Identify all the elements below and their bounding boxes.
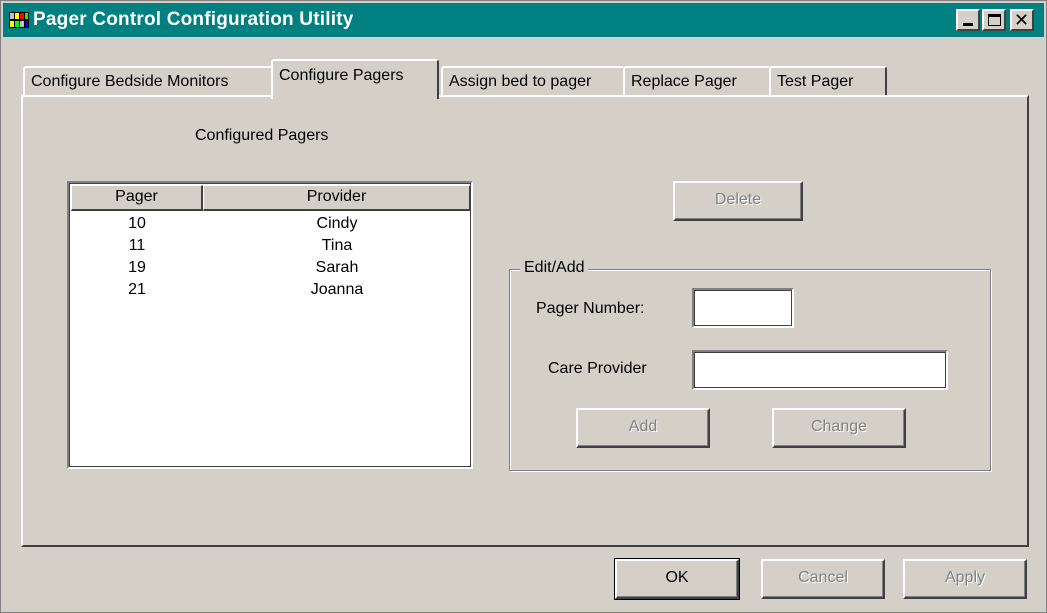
configured-pagers-list[interactable]: Pager Provider 10 Cindy 11 Tina 19 Sarah… <box>67 181 473 469</box>
maximize-icon <box>988 14 1001 26</box>
list-item[interactable]: 21 Joanna <box>71 279 471 301</box>
minimize-icon <box>963 23 973 26</box>
list-header: Pager Provider <box>71 185 471 211</box>
tab-replace-pager[interactable]: Replace Pager <box>623 66 771 98</box>
pager-cell: 10 <box>128 215 146 232</box>
minimize-button[interactable] <box>956 9 980 31</box>
tab-configure-pagers[interactable]: Configure Pagers <box>271 59 439 99</box>
provider-cell: Joanna <box>310 281 364 298</box>
pager-cell: 21 <box>128 281 146 298</box>
close-icon: ✕ <box>1014 10 1030 30</box>
app-window: Pager Control Configuration Utility ✕ Co… <box>0 0 1047 613</box>
tab-assign-bed-to-pager[interactable]: Assign bed to pager <box>441 66 625 98</box>
apply-button[interactable]: Apply <box>903 559 1027 599</box>
care-provider-field[interactable] <box>692 350 948 390</box>
list-item[interactable]: 19 Sarah <box>71 257 471 279</box>
column-header-pager[interactable]: Pager <box>71 185 203 211</box>
list-rows: 10 Cindy 11 Tina 19 Sarah 21 Joanna <box>71 213 471 301</box>
edit-add-group: Edit/Add Pager Number: Care Provider Add… <box>509 259 991 471</box>
tab-test-pager[interactable]: Test Pager <box>769 66 887 98</box>
maximize-button[interactable] <box>982 9 1006 31</box>
ok-button[interactable]: OK <box>614 558 740 600</box>
close-button[interactable]: ✕ <box>1010 9 1034 31</box>
app-grid-icon <box>9 12 29 28</box>
add-button[interactable]: Add <box>576 408 710 448</box>
window-title: Pager Control Configuration Utility <box>33 9 354 30</box>
provider-cell: Cindy <box>316 215 358 232</box>
pager-cell: 19 <box>128 259 146 276</box>
configure-pagers-panel: Configured Pagers Pager Provider 10 Cind… <box>21 95 1029 547</box>
pager-number-label: Pager Number: <box>536 300 645 317</box>
cancel-button[interactable]: Cancel <box>761 559 885 599</box>
care-provider-label: Care Provider <box>548 360 647 377</box>
delete-button[interactable]: Delete <box>673 181 803 221</box>
change-button[interactable]: Change <box>772 408 906 448</box>
tab-configure-bedside-monitors[interactable]: Configure Bedside Monitors <box>23 66 273 98</box>
pager-number-field[interactable] <box>692 288 794 328</box>
column-header-provider[interactable]: Provider <box>203 185 471 211</box>
provider-cell: Tina <box>321 237 353 254</box>
title-bar[interactable]: Pager Control Configuration Utility ✕ <box>3 3 1044 37</box>
list-item[interactable]: 10 Cindy <box>71 213 471 235</box>
section-label: Configured Pagers <box>195 127 329 144</box>
pager-cell: 11 <box>128 237 146 254</box>
provider-cell: Sarah <box>315 259 359 276</box>
group-title: Edit/Add <box>520 259 589 277</box>
list-item[interactable]: 11 Tina <box>71 235 471 257</box>
